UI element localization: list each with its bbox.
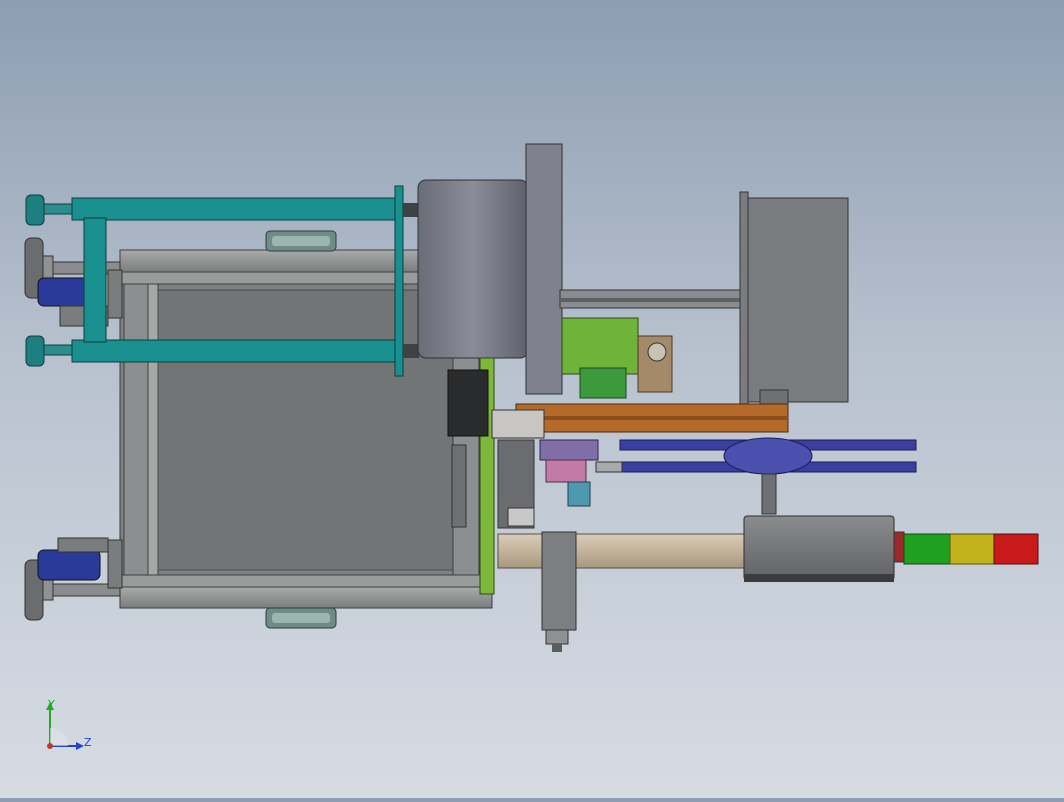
signal-tower-light bbox=[893, 531, 1039, 565]
control-box bbox=[743, 515, 895, 582]
triad-y-label: Y bbox=[48, 698, 55, 711]
right-panel bbox=[739, 191, 849, 421]
cad-viewport[interactable] bbox=[0, 0, 1064, 798]
belt-drive bbox=[619, 437, 917, 515]
shaft-tube bbox=[497, 531, 747, 652]
triad-arrows bbox=[46, 702, 84, 750]
gripper-mechanism bbox=[497, 439, 623, 529]
wood-rail bbox=[491, 403, 789, 439]
triad-z-label: Z bbox=[84, 736, 92, 749]
assembly-drawing bbox=[24, 143, 1039, 652]
axis-triad: Y Z bbox=[36, 696, 106, 758]
